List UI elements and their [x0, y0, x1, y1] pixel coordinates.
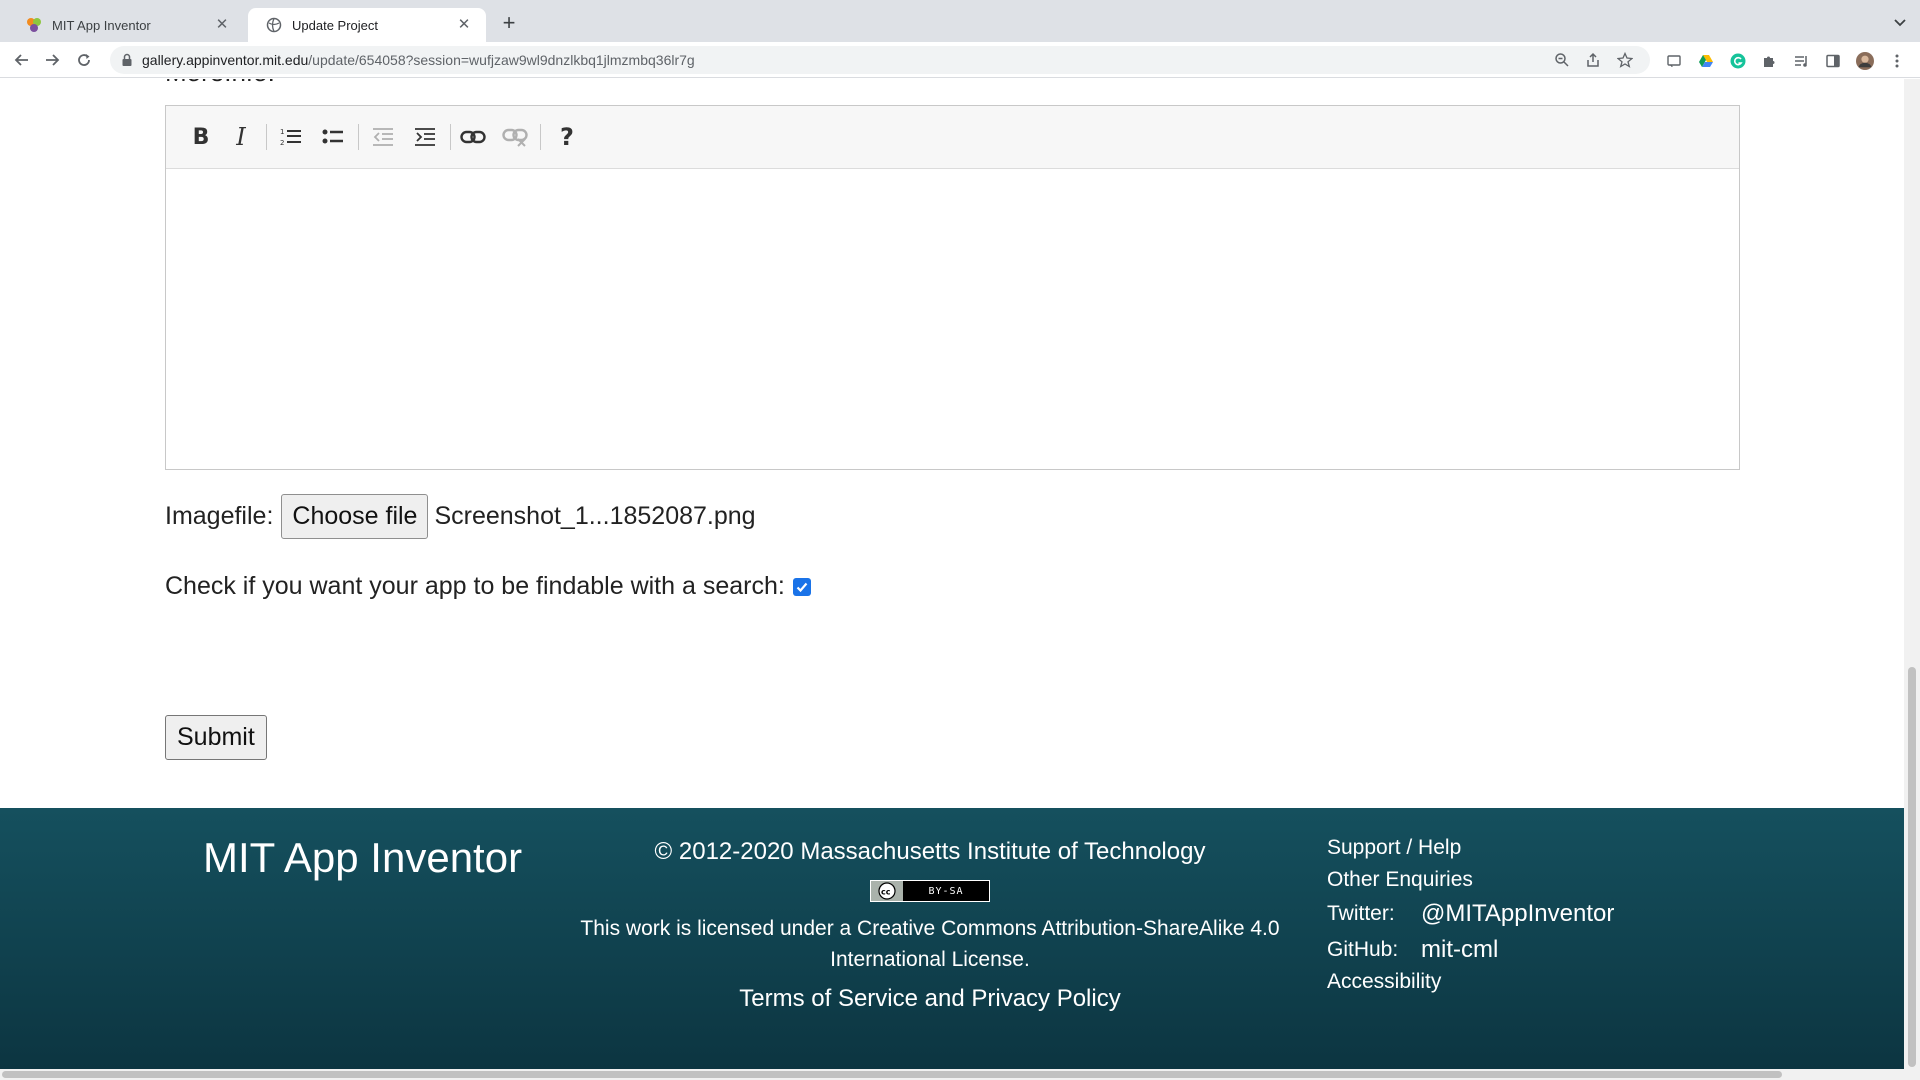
close-icon[interactable]: ✕	[456, 17, 472, 33]
url-text: gallery.appinventor.mit.edu/update/65405…	[142, 52, 695, 68]
reload-icon[interactable]	[74, 50, 94, 70]
extensions-icon[interactable]	[1760, 52, 1778, 70]
toolbar-divider	[266, 124, 267, 150]
toolbar-divider	[540, 124, 541, 150]
cc-badge-text: BY-SA	[928, 885, 964, 897]
github-row: GitHub: mit-cml	[1327, 934, 1614, 966]
footer-center: © 2012-2020 Massachusetts Institute of T…	[570, 838, 1290, 1013]
copyright-text: © 2012-2020 Massachusetts Institute of T…	[654, 838, 1206, 865]
horizontal-scroll-thumb[interactable]	[2, 1071, 1782, 1078]
moreinfo-label: MoreInfo:	[165, 79, 275, 88]
support-link[interactable]: Support / Help	[1327, 832, 1614, 864]
star-icon[interactable]	[1617, 52, 1633, 68]
grammarly-icon[interactable]	[1729, 52, 1747, 70]
zoom-icon[interactable]	[1554, 52, 1570, 68]
svg-text:cc: cc	[881, 888, 891, 897]
drive-icon[interactable]	[1697, 52, 1715, 70]
twitter-row: Twitter: @MITAppInventor	[1327, 898, 1614, 930]
unlink-icon[interactable]	[500, 122, 530, 152]
findable-checkbox[interactable]	[792, 577, 811, 596]
tab-title: Update Project	[292, 17, 378, 33]
github-link[interactable]: mit-cml	[1421, 936, 1498, 964]
checkmark-icon	[796, 582, 808, 592]
share-icon[interactable]	[1585, 52, 1601, 68]
reading-list-icon[interactable]	[1792, 52, 1810, 70]
findable-row: Check if you want your app to be findabl…	[165, 572, 811, 601]
twitter-link[interactable]: @MITAppInventor	[1421, 900, 1614, 928]
footer-links: Support / Help Other Enquiries Twitter: …	[1327, 832, 1614, 998]
accessibility-link[interactable]: Accessibility	[1327, 966, 1614, 998]
vertical-scrollbar[interactable]	[1904, 79, 1920, 1069]
close-icon[interactable]: ✕	[214, 17, 230, 33]
address-bar[interactable]: gallery.appinventor.mit.edu/update/65405…	[110, 46, 1650, 74]
tab-title: MIT App Inventor	[52, 17, 151, 33]
page-viewport: MoreInfo: B I 12	[0, 79, 1904, 1069]
license-text[interactable]: This work is licensed under a Creative C…	[570, 913, 1290, 975]
bold-icon[interactable]: B	[186, 122, 216, 152]
tab-mit-app-inventor[interactable]: MIT App Inventor ✕	[8, 8, 244, 42]
twitter-label: Twitter:	[1327, 902, 1395, 925]
other-enquiries-link[interactable]: Other Enquiries	[1327, 864, 1614, 896]
tab-update-project[interactable]: Update Project ✕	[248, 8, 486, 42]
svg-text:1: 1	[280, 128, 284, 136]
submit-button[interactable]: Submit	[165, 715, 267, 760]
toolbar-divider	[450, 124, 451, 150]
terms-link[interactable]: Terms of Service and Privacy Policy	[570, 985, 1290, 1013]
horizontal-scrollbar[interactable]	[0, 1069, 1920, 1080]
app-inventor-icon	[26, 17, 42, 33]
svg-text:2: 2	[280, 139, 284, 147]
rich-text-editor: B I 12 ?	[165, 105, 1740, 470]
imagefile-row: Imagefile: Choose file Screenshot_1...18…	[165, 494, 756, 539]
globe-icon	[266, 17, 282, 33]
side-panel-icon[interactable]	[1824, 52, 1842, 70]
chevron-down-icon[interactable]	[1892, 14, 1908, 30]
site-footer: MIT App Inventor © 2012-2020 Massachuset…	[0, 808, 1904, 1069]
cast-icon[interactable]	[1665, 52, 1683, 70]
editor-toolbar: B I 12 ?	[166, 106, 1739, 169]
italic-icon[interactable]: I	[226, 122, 256, 152]
new-tab-button[interactable]: +	[498, 12, 520, 34]
lock-icon[interactable]	[120, 53, 134, 67]
outdent-icon[interactable]	[368, 122, 398, 152]
indent-icon[interactable]	[410, 122, 440, 152]
back-arrow-icon[interactable]	[12, 50, 32, 70]
choose-file-button[interactable]: Choose file	[281, 494, 429, 539]
tab-strip: MIT App Inventor ✕ Update Project ✕ +	[0, 0, 1920, 42]
link-icon[interactable]	[458, 122, 488, 152]
kebab-menu-icon[interactable]	[1888, 52, 1906, 70]
avatar[interactable]	[1856, 52, 1874, 70]
help-icon[interactable]: ?	[552, 122, 582, 152]
forward-arrow-icon[interactable]	[42, 50, 62, 70]
numbered-list-icon[interactable]: 12	[276, 122, 306, 152]
creative-commons-icon: cc	[871, 881, 903, 901]
github-label: GitHub:	[1327, 938, 1399, 961]
imagefile-label: Imagefile:	[165, 502, 274, 530]
selected-file-name: Screenshot_1...1852087.png	[434, 502, 756, 530]
toolbar-divider	[358, 124, 359, 150]
footer-brand[interactable]: MIT App Inventor	[203, 834, 522, 882]
bulleted-list-icon[interactable]	[318, 122, 348, 152]
editor-text-area[interactable]	[166, 169, 1739, 469]
browser-toolbar: gallery.appinventor.mit.edu/update/65405…	[0, 42, 1920, 78]
vertical-scroll-thumb[interactable]	[1908, 667, 1916, 1067]
cc-license-badge[interactable]: cc BY-SA	[870, 880, 990, 902]
findable-label: Check if you want your app to be findabl…	[165, 572, 785, 600]
